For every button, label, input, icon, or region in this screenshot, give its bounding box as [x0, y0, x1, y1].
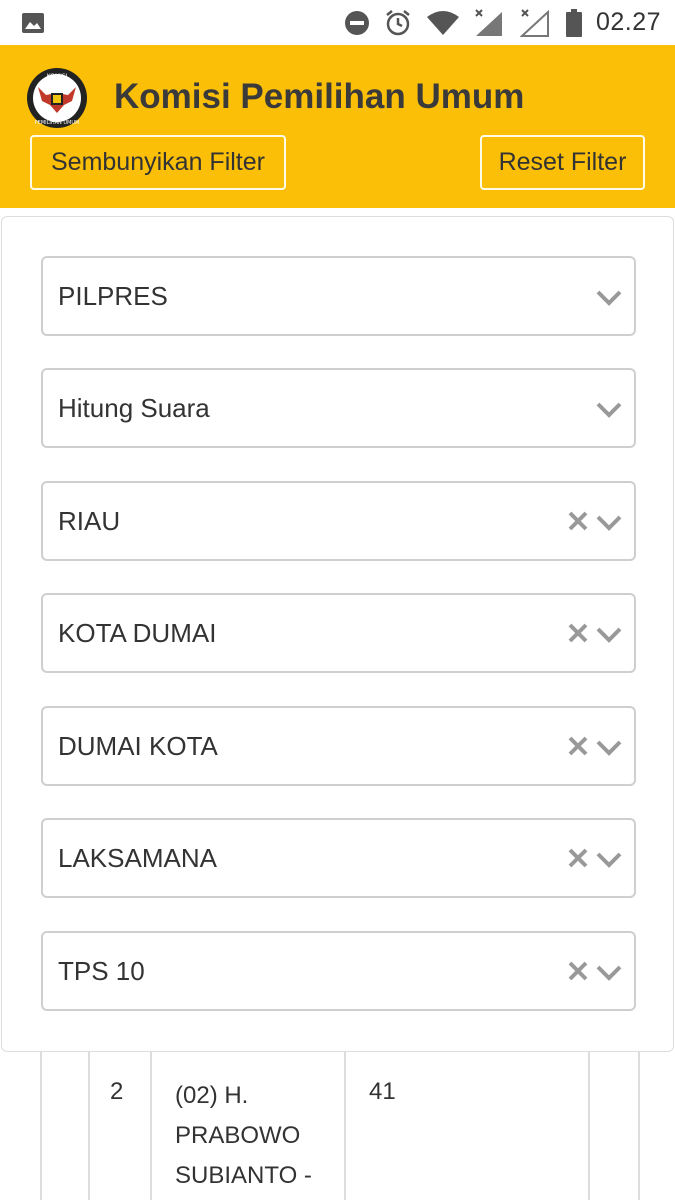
row-number: 2 [110, 1078, 124, 1105]
select-value: RIAU [58, 506, 121, 536]
candidate-name: (02) H. PRABOWO SUBIANTO - [175, 1082, 312, 1189]
clear-icon[interactable] [568, 736, 588, 756]
kpu-logo: KOMISI PEMILIHAN UMUM [27, 68, 87, 128]
vote-count: 41 [369, 1078, 396, 1105]
table-divider [588, 1052, 590, 1200]
battery-icon [565, 8, 582, 37]
signal-x-icon [519, 8, 549, 37]
app-header: KOMISI PEMILIHAN UMUM Komisi Pemilihan U… [0, 45, 675, 208]
svg-text:PEMILIHAN UMUM: PEMILIHAN UMUM [35, 120, 80, 126]
chevron-down-icon[interactable] [596, 515, 622, 531]
election-type-select[interactable]: PILPRES [41, 256, 636, 336]
do-not-disturb-icon [344, 10, 369, 35]
image-icon [22, 13, 44, 33]
select-value: PILPRES [58, 281, 168, 311]
chevron-down-icon[interactable] [596, 402, 622, 418]
select-value: LAKSAMANA [58, 843, 217, 873]
clear-icon[interactable] [568, 511, 588, 531]
wifi-icon [426, 10, 459, 35]
reset-filter-button[interactable]: Reset Filter [480, 135, 645, 190]
city-select[interactable]: KOTA DUMAI [41, 593, 636, 673]
table-divider [88, 1052, 90, 1200]
select-value: DUMAI KOTA [58, 731, 218, 761]
page-title: Komisi Pemilihan Umum [114, 77, 525, 116]
select-value: Hitung Suara [58, 393, 210, 423]
status-time: 02.27 [595, 8, 661, 36]
chevron-down-icon[interactable] [596, 852, 622, 868]
alarm-icon [386, 9, 410, 35]
signal-x-icon [475, 8, 502, 36]
district-select[interactable]: DUMAI KOTA [41, 706, 636, 786]
chevron-down-icon[interactable] [596, 740, 622, 756]
chevron-down-icon[interactable] [596, 290, 622, 306]
table-divider [150, 1052, 152, 1200]
results-table: 2 (02) H. PRABOWO SUBIANTO - 41 [40, 1052, 640, 1200]
tps-select[interactable]: TPS 10 [41, 931, 636, 1011]
select-value: TPS 10 [58, 956, 145, 986]
select-value: KOTA DUMAI [58, 618, 217, 648]
hide-filter-button[interactable]: Sembunyikan Filter [30, 135, 286, 190]
village-select[interactable]: LAKSAMANA [41, 818, 636, 898]
svg-text:KOMISI: KOMISI [47, 73, 68, 80]
filter-panel: PILPRES Hitung Suara RIAU KOTA DUMAI DUM… [1, 216, 674, 1052]
clear-icon[interactable] [568, 961, 588, 981]
data-type-select[interactable]: Hitung Suara [41, 368, 636, 448]
chevron-down-icon[interactable] [596, 627, 622, 643]
province-select[interactable]: RIAU [41, 481, 636, 561]
chevron-down-icon[interactable] [596, 965, 622, 981]
status-bar: 02.27 [0, 0, 675, 45]
clear-icon[interactable] [568, 623, 588, 643]
clear-icon[interactable] [568, 848, 588, 868]
